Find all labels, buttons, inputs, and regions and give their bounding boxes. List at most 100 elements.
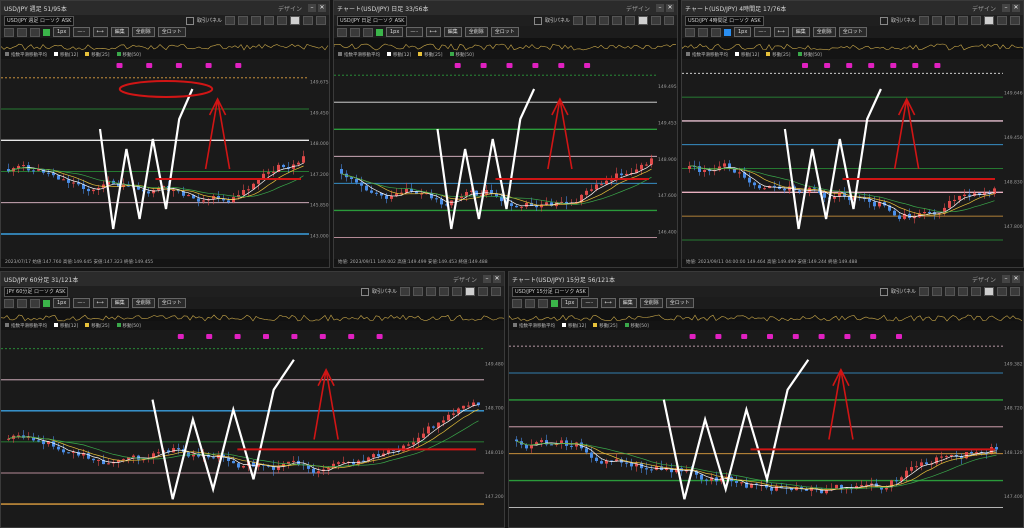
delete-all-button[interactable]: 全削除 — [464, 27, 488, 37]
settings-icon[interactable] — [997, 16, 1007, 25]
design-label[interactable]: デザイン — [972, 4, 996, 13]
delete-all-button[interactable]: 全削除 — [812, 27, 836, 37]
design-label[interactable]: デザイン — [453, 275, 477, 284]
cursor-icon[interactable] — [512, 298, 522, 308]
width-select[interactable]: 1px — [53, 298, 71, 308]
trade-panel-checkbox[interactable] — [360, 287, 369, 296]
cursor-icon[interactable] — [4, 298, 14, 308]
design-label[interactable]: デザイン — [278, 4, 302, 13]
width-select[interactable]: 1px — [386, 27, 404, 37]
close-button[interactable]: ✕ — [1012, 4, 1020, 12]
minimize-button[interactable]: – — [1002, 4, 1010, 12]
draw-icon[interactable] — [290, 16, 300, 25]
chart-panel-p2[interactable]: チャート(USD/JPY) 日足 33/56本 デザイン – ✕ USD/JPY 日足 … — [333, 0, 678, 268]
arrow-style-select[interactable]: ⟷ — [92, 27, 108, 37]
plus-icon[interactable] — [573, 16, 583, 25]
camera-icon[interactable] — [1010, 16, 1020, 25]
trade-panel-checkbox[interactable] — [533, 16, 542, 25]
camera-icon[interactable] — [491, 287, 501, 296]
trade-panel-checkbox[interactable] — [879, 287, 888, 296]
crosshair-icon[interactable] — [238, 16, 248, 25]
all-lot-button[interactable]: 全ロット — [157, 298, 186, 308]
refresh-icon[interactable] — [452, 287, 462, 296]
design-label[interactable]: デザイン — [972, 275, 996, 284]
plus-icon[interactable] — [400, 287, 410, 296]
width-select[interactable]: 1px — [734, 27, 752, 37]
cursor-icon[interactable] — [685, 27, 695, 37]
zoom-out-icon[interactable] — [599, 16, 609, 25]
candlestick-chart[interactable]: 149.495 149.453 148.900 147.600 146.400 — [334, 59, 678, 259]
minimize-button[interactable]: – — [483, 275, 491, 283]
candlestick-chart[interactable]: 149.646 149.450 148.830 147.800 — [682, 59, 1024, 259]
all-lot-button[interactable]: 全ロット — [665, 298, 694, 308]
settings-icon[interactable] — [997, 287, 1007, 296]
camera-icon[interactable] — [316, 16, 326, 25]
draw-icon[interactable] — [638, 16, 648, 25]
trade-panel-checkbox[interactable] — [879, 16, 888, 25]
refresh-icon[interactable] — [625, 16, 635, 25]
symbol-select[interactable]: USD/JPY 15分足 ローソク ASK — [512, 286, 589, 297]
line-style-select[interactable]: —·· — [73, 298, 90, 308]
line-style-select[interactable]: —·· — [406, 27, 423, 37]
line-style-select[interactable]: —·· — [581, 298, 598, 308]
symbol-select[interactable]: USD/JPY 週足 ローソク ASK — [4, 15, 75, 26]
edit-button[interactable]: 編集 — [618, 298, 637, 308]
width-select[interactable]: 1px — [561, 298, 579, 308]
plus-icon[interactable] — [225, 16, 235, 25]
cursor-icon[interactable] — [4, 27, 14, 37]
minimize-button[interactable]: – — [1002, 275, 1010, 283]
refresh-icon[interactable] — [971, 287, 981, 296]
plus-icon[interactable] — [919, 16, 929, 25]
color-picker[interactable] — [724, 28, 731, 36]
arrow-style-select[interactable]: ⟷ — [425, 27, 441, 37]
line-icon[interactable] — [711, 27, 721, 37]
color-picker[interactable] — [43, 28, 50, 36]
pen-icon[interactable] — [17, 27, 27, 37]
all-lot-button[interactable]: 全ロット — [838, 27, 867, 37]
symbol-select[interactable]: USD/JPY 4時間足 ローソク ASK — [685, 15, 764, 26]
edit-button[interactable]: 編集 — [110, 298, 129, 308]
line-icon[interactable] — [30, 27, 40, 37]
draw-icon[interactable] — [984, 287, 994, 296]
camera-icon[interactable] — [1010, 287, 1020, 296]
refresh-icon[interactable] — [277, 16, 287, 25]
minimize-button[interactable]: – — [656, 4, 664, 12]
symbol-select[interactable]: JPY 60分足 ローソク ASK — [4, 286, 69, 297]
panel-titlebar[interactable]: USD/JPY 60分足 31/121本 デザイン – ✕ — [1, 272, 504, 286]
delete-all-button[interactable]: 全削除 — [639, 298, 663, 308]
zoom-in-icon[interactable] — [958, 16, 968, 25]
panel-titlebar[interactable]: チャート(USD/JPY) 日足 33/56本 デザイン – ✕ — [334, 1, 677, 15]
arrow-style-select[interactable]: ⟷ — [92, 298, 108, 308]
candlestick-chart[interactable]: 149.480 148.700 148.010 147.200 — [1, 330, 505, 528]
chart-panel-p4[interactable]: USD/JPY 60分足 31/121本 デザイン – ✕ JPY 60分足 ローソク … — [0, 271, 505, 528]
delete-all-button[interactable]: 全削除 — [131, 27, 155, 37]
chart-panel-p1[interactable]: USD/JPY 週足 51/95本 デザイン – ✕ USD/JPY 週足 ローソク A… — [0, 0, 330, 268]
zoom-in-icon[interactable] — [264, 16, 274, 25]
refresh-icon[interactable] — [971, 16, 981, 25]
close-button[interactable]: ✕ — [318, 4, 326, 12]
delete-all-button[interactable]: 全削除 — [131, 298, 155, 308]
panel-titlebar[interactable]: USD/JPY 週足 51/95本 デザイン – ✕ — [1, 1, 329, 15]
plus-icon[interactable] — [919, 287, 929, 296]
line-style-select[interactable]: —·· — [73, 27, 90, 37]
symbol-select[interactable]: USD/JPY 日足 ローソク ASK — [337, 15, 408, 26]
candlestick-chart[interactable]: 149.675 149.450 148.000 147.200 145.850 143.0… — [1, 59, 330, 259]
design-label[interactable]: デザイン — [626, 4, 650, 13]
color-picker[interactable] — [551, 299, 558, 307]
crosshair-icon[interactable] — [586, 16, 596, 25]
candlestick-chart[interactable]: 149.382 148.720 148.120 147.400 — [509, 330, 1024, 528]
pen-icon[interactable] — [350, 27, 360, 37]
zoom-out-icon[interactable] — [251, 16, 261, 25]
settings-icon[interactable] — [303, 16, 313, 25]
pen-icon[interactable] — [17, 298, 27, 308]
edit-button[interactable]: 編集 — [443, 27, 462, 37]
zoom-in-icon[interactable] — [612, 16, 622, 25]
line-style-select[interactable]: —·· — [754, 27, 771, 37]
cursor-icon[interactable] — [337, 27, 347, 37]
chart-panel-p3[interactable]: チャート(USD/JPY) 4時間足 17/76本 デザイン – ✕ USD/JPY 4… — [681, 0, 1024, 268]
trade-panel-checkbox[interactable] — [185, 16, 194, 25]
color-picker[interactable] — [376, 28, 383, 36]
all-lot-button[interactable]: 全ロット — [157, 27, 186, 37]
pen-icon[interactable] — [698, 27, 708, 37]
chart-panel-p5[interactable]: チャート(USD/JPY) 15分足 56/121本 デザイン – ✕ USD/JPY … — [508, 271, 1024, 528]
